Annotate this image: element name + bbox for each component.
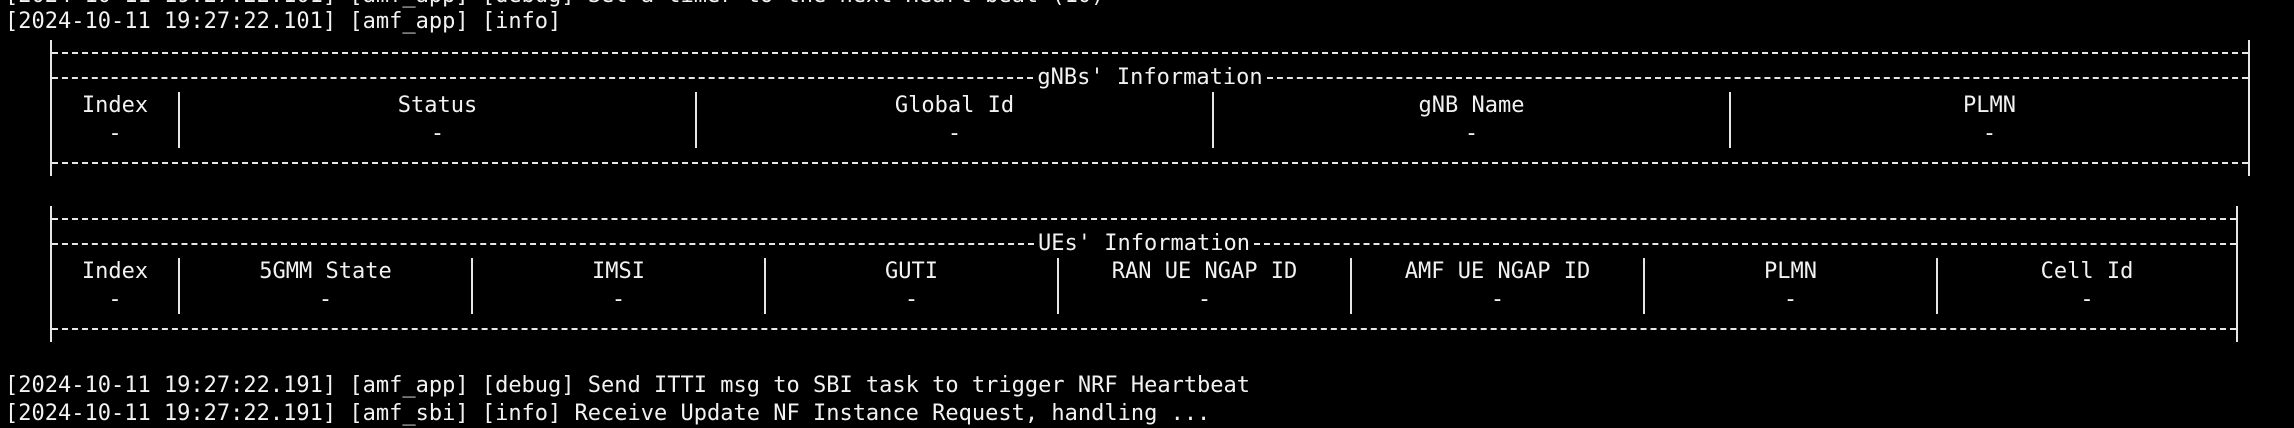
value-cell: -	[2080, 287, 2094, 312]
value-cell: -	[1214, 120, 1731, 148]
log-line: [2024-10-11 19:27:22.101] [amf_app] [inf…	[5, 9, 562, 34]
header-cell: Index	[52, 92, 180, 120]
header-cell: PLMN	[1963, 93, 2016, 118]
gnb-info-table: gNBs' Information Index Status Global Id…	[50, 40, 2250, 176]
value-cell: -	[180, 286, 473, 314]
header-cell: Index	[52, 258, 180, 286]
value-cell: -	[52, 286, 180, 314]
table-title-row: UEs' Information	[52, 230, 2237, 258]
title-dash-right	[1266, 77, 2249, 79]
title-dash-right	[1253, 243, 2237, 245]
header-cell: AMF UE NGAP ID	[1352, 258, 1645, 286]
table-title: UEs' Information	[1038, 231, 1250, 256]
value-cell: -	[52, 120, 180, 148]
header-cell: 5GMM State	[180, 258, 473, 286]
value-cell: -	[473, 286, 766, 314]
value-cell: -	[1059, 286, 1352, 314]
value-cell: -	[1352, 286, 1645, 314]
header-cell: IMSI	[473, 258, 766, 286]
title-dash-left	[52, 77, 1034, 79]
log-line: [2024-10-11 19:27:22.191] [amf_sbi] [inf…	[5, 401, 1211, 426]
value-cell: -	[1645, 286, 1938, 314]
title-dash-left	[52, 243, 1035, 245]
table-border-top	[52, 218, 2236, 220]
table-border-bottom	[52, 162, 2248, 164]
value-cell: -	[766, 286, 1059, 314]
table-title: gNBs' Information	[1037, 65, 1263, 90]
table-title-row: gNBs' Information	[52, 64, 2249, 92]
header-cell: PLMN	[1645, 258, 1938, 286]
table-row: - - - - -	[52, 120, 2248, 148]
header-cell: Cell Id	[2040, 259, 2134, 284]
table-border-top	[52, 52, 2248, 54]
ue-info-table: UEs' Information Index 5GMM State IMSI G…	[50, 206, 2238, 342]
header-cell: gNB Name	[1214, 92, 1731, 120]
table-header-row: Index Status Global Id gNB Name PLMN	[52, 92, 2248, 120]
terminal-window[interactable]: [2024-10-11 19:27:22.101] [amf_app] [deb…	[0, 0, 2294, 428]
table-border-bottom	[52, 328, 2236, 330]
value-cell: -	[180, 120, 697, 148]
header-cell: GUTI	[766, 258, 1059, 286]
table-row: - - - - - - - -	[52, 286, 2236, 314]
header-cell: RAN UE NGAP ID	[1059, 258, 1352, 286]
log-line: [2024-10-11 19:27:22.191] [amf_app] [deb…	[5, 373, 1251, 398]
header-cell: Global Id	[697, 92, 1214, 120]
table-header-row: Index 5GMM State IMSI GUTI RAN UE NGAP I…	[52, 258, 2236, 286]
value-cell: -	[697, 120, 1214, 148]
header-cell: Status	[180, 92, 697, 120]
value-cell: -	[1982, 121, 1997, 146]
